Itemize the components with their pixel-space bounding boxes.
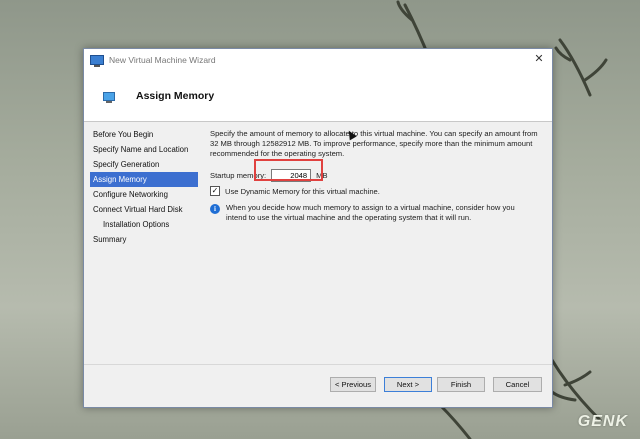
nav-item-summary[interactable]: Summary (90, 232, 198, 247)
close-button[interactable]: ✕ (532, 52, 546, 66)
nav-item-connect-virtual-hard-disk[interactable]: Connect Virtual Hard Disk (90, 202, 198, 217)
nav-item-specify-name-location[interactable]: Specify Name and Location (90, 142, 198, 157)
nav-item-installation-options[interactable]: Installation Options (90, 217, 198, 232)
nav-item-specify-generation[interactable]: Specify Generation (90, 157, 198, 172)
next-button[interactable]: Next > (384, 377, 432, 392)
nav-item-configure-networking[interactable]: Configure Networking (90, 187, 198, 202)
dynamic-memory-checkbox[interactable]: ✓ (210, 186, 220, 196)
window-title: New Virtual Machine Wizard (109, 55, 216, 65)
cancel-button[interactable]: Cancel (493, 377, 542, 392)
nav-item-before-you-begin[interactable]: Before You Begin (90, 127, 198, 142)
vm-monitor-icon (90, 55, 104, 67)
finish-button[interactable]: Finish (437, 377, 485, 392)
dynamic-memory-row: ✓ Use Dynamic Memory for this virtual ma… (210, 186, 380, 196)
watermark-logo: GENK (577, 413, 628, 430)
wizard-window: New Virtual Machine Wizard ✕ Assign Memo… (83, 48, 553, 408)
memory-description: Specify the amount of memory to allocate… (210, 129, 538, 158)
info-icon: i (210, 204, 220, 214)
memory-settings-panel: Specify the amount of memory to allocate… (210, 129, 540, 222)
wizard-steps-nav: Before You Begin Specify Name and Locati… (90, 127, 198, 247)
vm-monitor-icon (103, 91, 115, 103)
info-text: When you decide how much memory to assig… (226, 203, 515, 222)
dynamic-memory-label[interactable]: Use Dynamic Memory for this virtual mach… (225, 187, 380, 196)
footer-divider (84, 364, 552, 365)
wizard-header: Assign Memory (84, 71, 552, 122)
title-bar: New Virtual Machine Wizard ✕ (84, 49, 552, 71)
previous-button[interactable]: < Previous (330, 377, 376, 392)
info-note: i When you decide how much memory to ass… (210, 203, 536, 223)
page-title: Assign Memory (136, 90, 215, 102)
nav-item-assign-memory[interactable]: Assign Memory (90, 172, 198, 187)
highlight-box (254, 159, 323, 181)
